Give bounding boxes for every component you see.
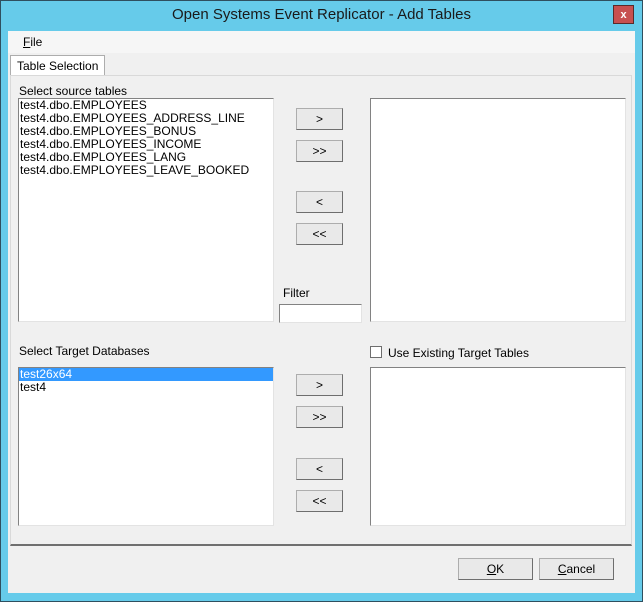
target-databases-label: Select Target Databases — [19, 344, 150, 358]
target-database-item[interactable]: test4 — [19, 381, 273, 394]
use-existing-checkbox[interactable] — [370, 346, 382, 358]
add-all-databases-button[interactable]: >> — [296, 406, 343, 428]
remove-all-tables-button[interactable]: << — [296, 223, 343, 245]
remove-table-button[interactable]: < — [296, 191, 343, 213]
target-databases-list[interactable]: test26x64 test4 — [18, 367, 274, 526]
add-table-button[interactable]: > — [296, 108, 343, 130]
close-button[interactable]: x — [613, 5, 634, 24]
filter-label: Filter — [283, 286, 310, 300]
add-database-button[interactable]: > — [296, 374, 343, 396]
remove-all-databases-button[interactable]: << — [296, 490, 343, 512]
remove-database-button[interactable]: < — [296, 458, 343, 480]
selected-tables-list[interactable] — [370, 98, 626, 322]
tab-table-selection[interactable]: Table Selection — [10, 55, 106, 76]
cancel-button[interactable]: Cancel — [539, 558, 614, 580]
source-tables-label: Select source tables — [19, 84, 128, 98]
menu-file-label: ile — [30, 35, 43, 49]
target-database-item[interactable]: test26x64 — [19, 368, 273, 381]
dialog-client: File Table Selection Select source table… — [8, 31, 635, 593]
selected-databases-list[interactable] — [370, 367, 626, 526]
ok-mnemonic: O — [486, 562, 497, 576]
close-icon: x — [620, 9, 627, 21]
menu-file[interactable]: File — [23, 35, 42, 49]
menu-bar: File — [8, 31, 635, 53]
table-selection-panel: Select source tables test4.dbo.EMPLOYEES… — [10, 75, 632, 546]
add-all-tables-button[interactable]: >> — [296, 140, 343, 162]
source-tables-list[interactable]: test4.dbo.EMPLOYEES test4.dbo.EMPLOYEES_A… — [18, 98, 274, 322]
cancel-label: ancel — [566, 562, 596, 576]
use-existing-label: Use Existing Target Tables — [388, 346, 529, 360]
window-title: Open Systems Event Replicator - Add Tabl… — [171, 6, 472, 23]
source-table-item[interactable]: test4.dbo.EMPLOYEES_LEAVE_BOOKED — [19, 164, 273, 177]
ok-label: K — [496, 562, 505, 576]
ok-button[interactable]: OK — [458, 558, 533, 580]
filter-input[interactable] — [279, 304, 362, 323]
